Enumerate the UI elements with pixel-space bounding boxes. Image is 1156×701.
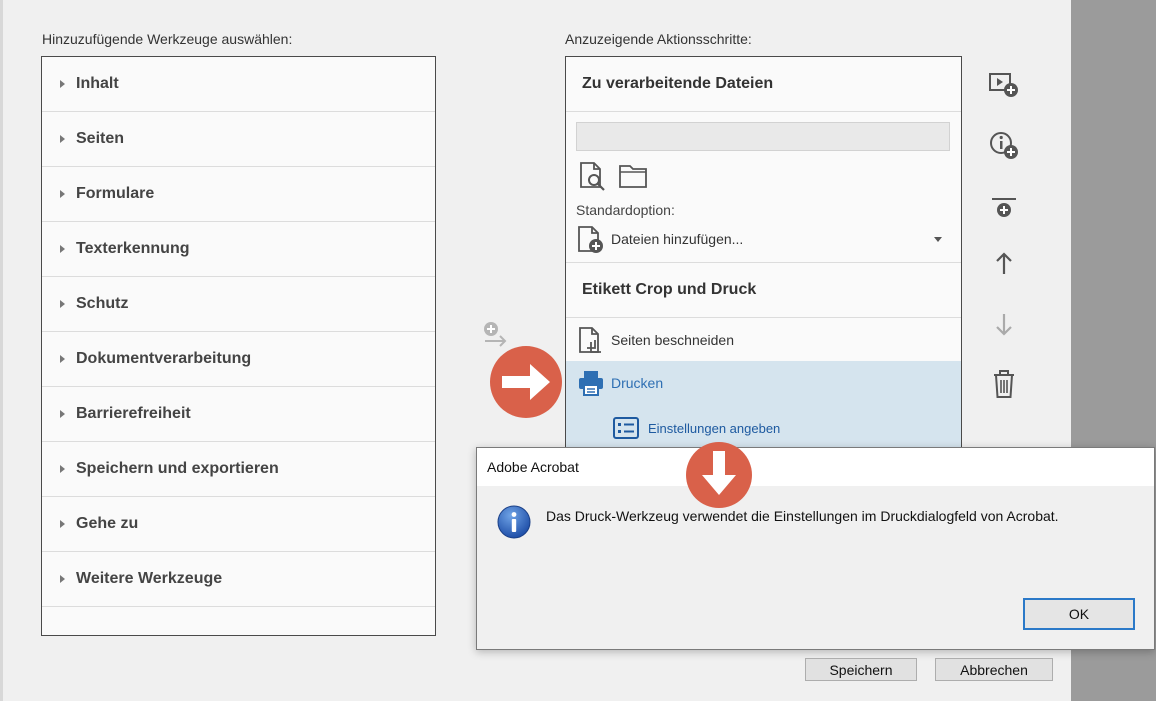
specify-settings-link[interactable]: Einstellungen angeben (648, 421, 780, 436)
window-left-edge (0, 0, 3, 701)
printer-icon (579, 371, 603, 396)
section-title-files: Zu verarbeitende Dateien (566, 57, 961, 112)
tool-item-schutz[interactable]: Schutz (42, 277, 435, 332)
standard-option-label: Standardoption: (576, 202, 675, 218)
tool-label: Schutz (76, 295, 129, 312)
expand-caret-icon (60, 575, 65, 583)
tool-item-formulare[interactable]: Formulare (42, 167, 435, 222)
standard-option-dropdown[interactable]: Dateien hinzufügen... (611, 231, 743, 247)
section-title-crop-print: Etikett Crop und Druck (566, 263, 961, 318)
folder-icon[interactable] (618, 163, 648, 189)
tool-label: Seiten (76, 130, 125, 147)
expand-caret-icon (60, 465, 65, 473)
tool-label: Dokumentverarbeitung (76, 350, 252, 367)
dropdown-arrow-icon[interactable] (934, 237, 942, 242)
expand-caret-icon (60, 245, 65, 253)
move-down-arrow-icon[interactable] (986, 306, 1022, 342)
action-step-label: Drucken (611, 375, 664, 391)
callout-arrow-down-icon (686, 442, 752, 508)
action-step-crop[interactable]: Seiten beschneiden (566, 317, 961, 362)
dialog-message: Das Druck-Werkzeug verwendet die Einstel… (546, 508, 1059, 524)
info-icon (497, 505, 531, 539)
browse-file-icon[interactable] (578, 161, 608, 191)
dialog-title: Adobe Acrobat (477, 448, 1154, 486)
tool-label: Inhalt (76, 75, 119, 92)
tool-item-inhalt[interactable]: Inhalt (42, 57, 435, 112)
tool-label: Speichern und exportieren (76, 460, 279, 477)
add-action-button-icon[interactable] (986, 66, 1022, 102)
expand-caret-icon (60, 355, 65, 363)
ok-button[interactable]: OK (1023, 598, 1135, 630)
expand-caret-icon (60, 410, 65, 418)
crop-page-icon (579, 327, 601, 353)
tool-item-dokumentverarbeitung[interactable]: Dokumentverarbeitung (42, 332, 435, 387)
files-list-field[interactable] (576, 122, 950, 151)
tool-item-barrierefreiheit[interactable]: Barrierefreiheit (42, 387, 435, 442)
tool-label: Barrierefreiheit (76, 405, 191, 422)
cancel-button[interactable]: Abbrechen (935, 658, 1053, 681)
callout-arrow-right-icon (490, 346, 562, 418)
add-divider-icon[interactable] (986, 191, 1022, 227)
action-step-label: Seiten beschneiden (611, 332, 734, 348)
section-crop-print: Etikett Crop und Druck (566, 262, 961, 318)
expand-caret-icon (60, 80, 65, 88)
tool-label: Texterkennung (76, 240, 190, 257)
trash-icon[interactable] (986, 366, 1022, 402)
save-button[interactable]: Speichern (805, 658, 917, 681)
tool-item-texterkennung[interactable]: Texterkennung (42, 222, 435, 277)
tool-label: Formulare (76, 185, 155, 202)
alert-dialog: Adobe Acrobat Das Druck-Werkzeug verwend… (476, 447, 1155, 650)
tool-label: Weitere Werkzeuge (76, 570, 223, 587)
expand-caret-icon (60, 520, 65, 528)
actions-panel: Zu verarbeitende Dateien Standardoption:… (565, 56, 962, 476)
tool-item-weitere-werkzeuge[interactable]: Weitere Werkzeuge (42, 552, 435, 607)
tool-item-seiten[interactable]: Seiten (42, 112, 435, 167)
tool-item-speichern-exportieren[interactable]: Speichern und exportieren (42, 442, 435, 497)
move-up-arrow-icon[interactable] (986, 246, 1022, 282)
tools-list: Inhalt Seiten Formulare Texterkennung Sc… (41, 56, 436, 636)
add-to-actions-icon[interactable] (482, 320, 510, 348)
tools-heading: Hinzuzufügende Werkzeuge auswählen: (42, 31, 293, 47)
settings-list-icon[interactable] (613, 417, 639, 439)
tool-item-gehe-zu[interactable]: Gehe zu (42, 497, 435, 552)
expand-caret-icon (60, 190, 65, 198)
expand-caret-icon (60, 300, 65, 308)
tool-label: Gehe zu (76, 515, 139, 532)
actions-heading: Anzuzeigende Aktionsschritte: (565, 31, 752, 47)
expand-caret-icon (60, 135, 65, 143)
add-instruction-icon[interactable] (986, 128, 1022, 164)
add-files-icon (578, 226, 603, 253)
